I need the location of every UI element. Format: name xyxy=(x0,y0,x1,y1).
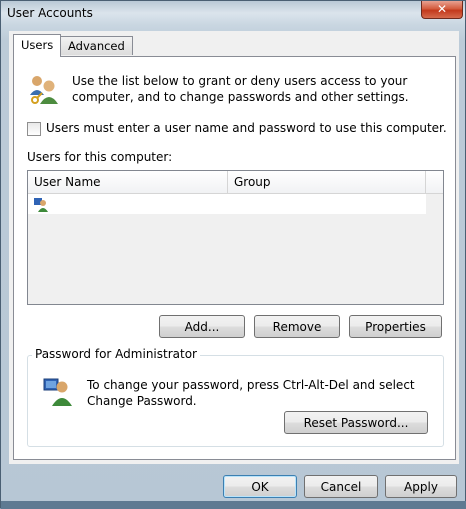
column-header-group[interactable]: Group xyxy=(228,171,426,193)
tab-advanced[interactable]: Advanced xyxy=(60,36,133,55)
column-header-user-name[interactable]: User Name xyxy=(28,171,228,193)
close-icon: ✕ xyxy=(436,2,448,16)
close-button[interactable]: ✕ xyxy=(421,1,463,19)
users-list[interactable]: User Name Group xyxy=(27,170,444,305)
dialog-client-area: Users Advanced Use the list below to gra… xyxy=(9,31,459,464)
user-icon xyxy=(34,198,48,212)
cancel-button[interactable]: Cancel xyxy=(304,475,378,498)
properties-button[interactable]: Properties xyxy=(349,315,442,338)
title-bar[interactable]: User Accounts ✕ xyxy=(1,1,465,29)
window-title: User Accounts xyxy=(7,6,93,20)
require-login-label[interactable]: Users must enter a user name and passwor… xyxy=(46,121,447,135)
remove-user-button[interactable]: Remove xyxy=(254,315,340,338)
apply-button[interactable]: Apply xyxy=(385,475,457,498)
admin-user-icon xyxy=(43,378,72,406)
user-accounts-window: User Accounts ✕ Users Advanced Use the l… xyxy=(0,0,466,509)
ok-button[interactable]: OK xyxy=(223,475,297,498)
users-list-label: Users for this computer: xyxy=(27,150,173,164)
intro-text: Use the list below to grant or deny user… xyxy=(72,74,409,104)
users-list-header: User Name Group xyxy=(28,171,443,194)
reset-password-button[interactable]: Reset Password... xyxy=(284,411,428,434)
password-groupbox-title: Password for Administrator xyxy=(32,347,200,361)
password-instructions: To change your password, press Ctrl-Alt-… xyxy=(87,378,415,408)
users-tab-panel: Use the list below to grant or deny user… xyxy=(13,56,456,460)
table-row[interactable] xyxy=(28,194,426,214)
require-login-checkbox[interactable] xyxy=(27,122,41,136)
users-keys-icon xyxy=(30,76,58,104)
tab-users[interactable]: Users xyxy=(13,34,62,57)
add-user-button[interactable]: Add... xyxy=(159,315,245,338)
